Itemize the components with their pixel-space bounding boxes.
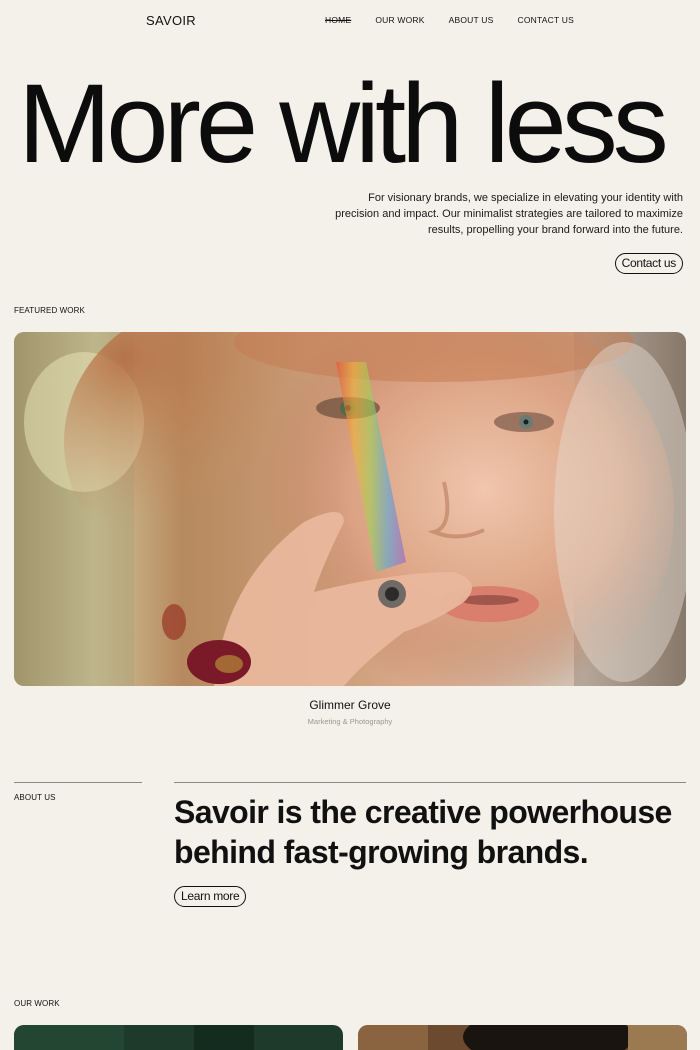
featured-work-title[interactable]: Glimmer Grove xyxy=(0,698,700,712)
nav-link-contact-us[interactable]: CONTACT US xyxy=(518,15,574,25)
nav-link-home[interactable]: HOME xyxy=(325,15,351,25)
our-work-label: OUR WORK xyxy=(14,999,60,1008)
hero-title: More with less xyxy=(18,61,669,186)
top-navigation: SAVOIR HOME OUR WORK ABOUT US CONTACT US xyxy=(0,0,700,40)
hero-description: For visionary brands, we specialize in e… xyxy=(335,192,683,236)
about-headline: Savoir is the creative powerhouse behind… xyxy=(174,794,672,870)
about-us-label: ABOUT US xyxy=(14,793,56,802)
work-card-image[interactable] xyxy=(14,1025,343,1050)
featured-work-label: FEATURED WORK xyxy=(14,306,85,315)
learn-more-button[interactable]: Learn more xyxy=(174,886,247,907)
logo[interactable]: SAVOIR xyxy=(146,13,196,28)
nav-link-our-work[interactable]: OUR WORK xyxy=(375,15,424,25)
work-card-image[interactable] xyxy=(358,1025,687,1050)
about-divider-right xyxy=(174,782,686,783)
nav-links: HOME OUR WORK ABOUT US CONTACT US xyxy=(325,15,574,25)
featured-work-image[interactable] xyxy=(14,332,686,686)
about-divider-left xyxy=(14,782,142,783)
featured-work-subtitle: Marketing & Photography xyxy=(307,717,393,726)
contact-us-button[interactable]: Contact us xyxy=(614,253,683,274)
nav-link-about-us[interactable]: ABOUT US xyxy=(449,15,494,25)
